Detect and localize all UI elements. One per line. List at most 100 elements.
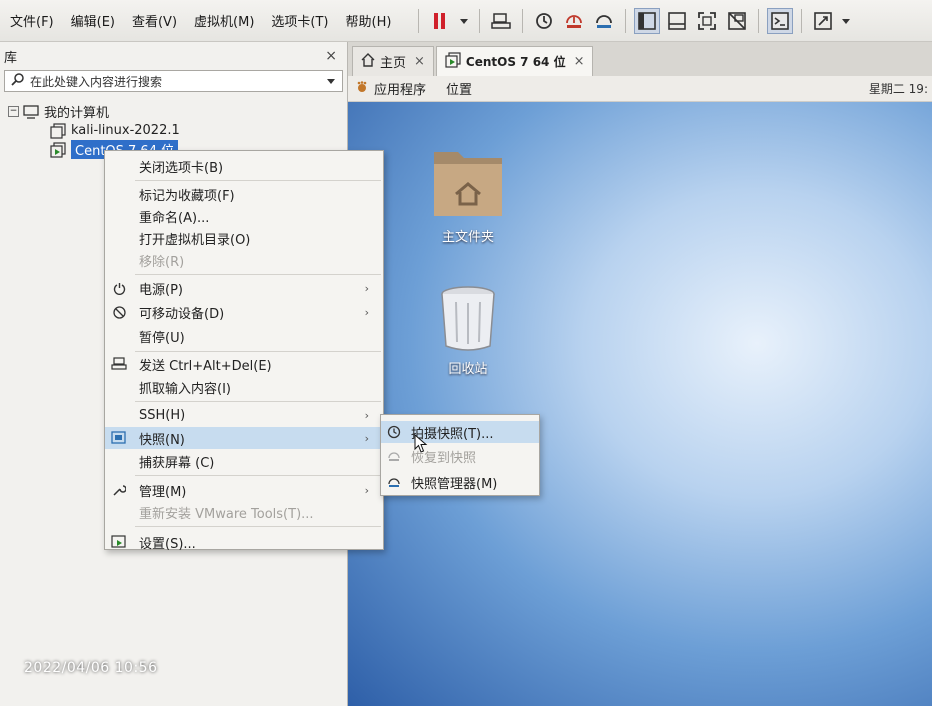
toolbar-divider [418, 8, 420, 33]
guest-top-bar: 应用程序 位置 星期二 19: [348, 76, 932, 102]
send-ctrl-alt-del-icon[interactable] [488, 8, 514, 34]
toolbar-divider [758, 8, 760, 33]
menu-item-grab-input[interactable]: 抓取输入内容(I) [105, 376, 383, 398]
keyboard-icon [105, 357, 133, 371]
places-menu[interactable]: 位置 [446, 79, 472, 98]
stretch-icon[interactable] [810, 8, 836, 34]
chevron-right-icon: › [364, 305, 369, 319]
snapshot-manager-icon[interactable] [591, 8, 617, 34]
chevron-right-icon: › [364, 431, 369, 445]
snapshot-icon [105, 431, 133, 445]
snapshot-submenu: 拍摄快照(T)... 恢复到快照 快照管理器(M) [380, 414, 540, 496]
menu-item-pause[interactable]: 暂停(U) [105, 325, 383, 347]
tree-item-label: kali-linux-2022.1 [71, 123, 180, 138]
disc-icon [105, 305, 133, 319]
chevron-right-icon: › [364, 483, 369, 497]
library-header: 库 × [0, 42, 347, 70]
menu-help[interactable]: 帮助(H) [346, 11, 392, 30]
toolbar-divider [522, 8, 524, 33]
power-icon [105, 282, 133, 295]
menu-item-send-ctrl-alt-del[interactable]: 发送 Ctrl+Alt+Del(E) [105, 353, 383, 375]
guest-desktop[interactable]: 主文件夹 回收站 [348, 102, 932, 706]
running-vm-icon [445, 51, 461, 72]
menu-divider [135, 351, 381, 352]
menu-item-ssh[interactable]: SSH(H) › [105, 404, 383, 426]
library-title: 库 [4, 50, 18, 66]
tab-home[interactable]: 主页 × [352, 46, 434, 76]
fullscreen-icon[interactable] [694, 8, 720, 34]
menu-bar: 文件(F) 编辑(E) 查看(V) 虚拟机(M) 选项卡(T) 帮助(H) [0, 0, 932, 42]
tab-label: 主页 [380, 56, 407, 71]
tab-centos[interactable]: CentOS 7 64 位 × [435, 46, 594, 76]
menu-item-capture-screen[interactable]: 捕获屏幕 (C) [105, 450, 383, 472]
chevron-right-icon: › [364, 408, 369, 422]
desktop-icon-label: 主文件夹 [441, 230, 494, 245]
revert-snapshot-icon [381, 449, 407, 463]
wrench-icon [105, 483, 133, 497]
chevron-right-icon: › [364, 281, 369, 295]
menu-view[interactable]: 查看(V) [132, 11, 177, 30]
library-close-icon[interactable]: × [325, 48, 337, 64]
settings-icon [105, 535, 133, 549]
menu-item-power[interactable]: 电源(P) › [105, 277, 383, 299]
toolbar [412, 7, 854, 34]
snapshot-icon[interactable] [531, 8, 557, 34]
applications-menu[interactable]: 应用程序 [356, 79, 426, 98]
folder-icon [434, 152, 502, 216]
unity-icon[interactable] [724, 8, 750, 34]
toolbar-divider [479, 8, 481, 33]
menu-item-removable-devices[interactable]: 可移动设备(D) › [105, 301, 383, 323]
vm-icon [50, 122, 66, 139]
revert-snapshot-icon[interactable] [561, 8, 587, 34]
gnome-foot-icon [356, 80, 368, 97]
computer-icon [23, 104, 39, 119]
menu-item-reinstall-tools: 重新安装 VMware Tools(T)... [139, 506, 314, 522]
trash-icon [441, 286, 495, 351]
menu-item-snapshot[interactable]: 快照(N) › [105, 427, 383, 449]
menu-item-take-snapshot[interactable]: 拍摄快照(T)... [381, 421, 539, 443]
menu-item-rename[interactable]: 重命名(A)... [105, 205, 383, 227]
menu-edit[interactable]: 编辑(E) [71, 11, 115, 30]
menu-vm[interactable]: 虚拟机(M) [194, 11, 254, 30]
tab-view-icon[interactable] [664, 8, 690, 34]
collapse-icon[interactable]: − [8, 106, 19, 117]
running-vm-icon [50, 141, 66, 158]
close-icon[interactable]: × [574, 54, 585, 69]
toolbar-divider [625, 8, 627, 33]
menu-divider [135, 526, 381, 527]
search-icon [11, 72, 24, 90]
menu-item-manage[interactable]: 管理(M) › [105, 479, 383, 501]
menu-divider [135, 180, 381, 181]
menu-item-favorite[interactable]: 标记为收藏项(F) [105, 183, 383, 205]
vm-context-menu: 关闭选项卡(B) 标记为收藏项(F) 重命名(A)... 打开虚拟机目录(O) … [104, 150, 384, 553]
menu-divider [135, 401, 381, 402]
take-snapshot-icon [381, 425, 407, 439]
menu-item-close-tab[interactable]: 关闭选项卡(B) [105, 155, 383, 177]
desktop-icon-label: 回收站 [448, 362, 488, 377]
tab-label: CentOS 7 64 位 [465, 55, 566, 69]
home-folder-shortcut[interactable]: 主文件夹 [428, 142, 508, 245]
menu-item-remove: 移除(R) [139, 254, 185, 270]
tree-root-label: 我的计算机 [44, 106, 110, 121]
menu-tabs[interactable]: 选项卡(T) [271, 11, 328, 30]
stretch-dropdown-icon[interactable] [840, 8, 852, 34]
tree-item-kali[interactable]: kali-linux-2022.1 [8, 121, 347, 140]
sidebar-view-icon[interactable] [634, 7, 661, 34]
menu-file[interactable]: 文件(F) [10, 11, 54, 30]
close-icon[interactable]: × [414, 54, 425, 69]
menu-divider [135, 475, 381, 476]
toolbar-divider [801, 8, 803, 33]
menu-item-open-directory[interactable]: 打开虚拟机目录(O) [105, 227, 383, 249]
tab-bar: 主页 × CentOS 7 64 位 × [348, 42, 932, 76]
library-search-input[interactable]: 在此处键入内容进行搜索 [4, 70, 343, 92]
console-icon[interactable] [767, 7, 794, 34]
chevron-down-icon[interactable] [326, 74, 336, 89]
menu-item-snapshot-manager[interactable]: 快照管理器(M) [381, 471, 539, 493]
menu-item-settings[interactable]: 设置(S)... [105, 531, 383, 553]
trash-shortcut[interactable]: 回收站 [436, 284, 500, 377]
menu-item-revert-snapshot: 恢复到快照 [381, 445, 539, 467]
tree-root[interactable]: − 我的计算机 [8, 102, 347, 121]
photo-timestamp: 2022/04/06 10:56 [24, 660, 158, 676]
pause-icon[interactable] [427, 8, 453, 34]
dropdown-icon[interactable] [457, 8, 471, 34]
